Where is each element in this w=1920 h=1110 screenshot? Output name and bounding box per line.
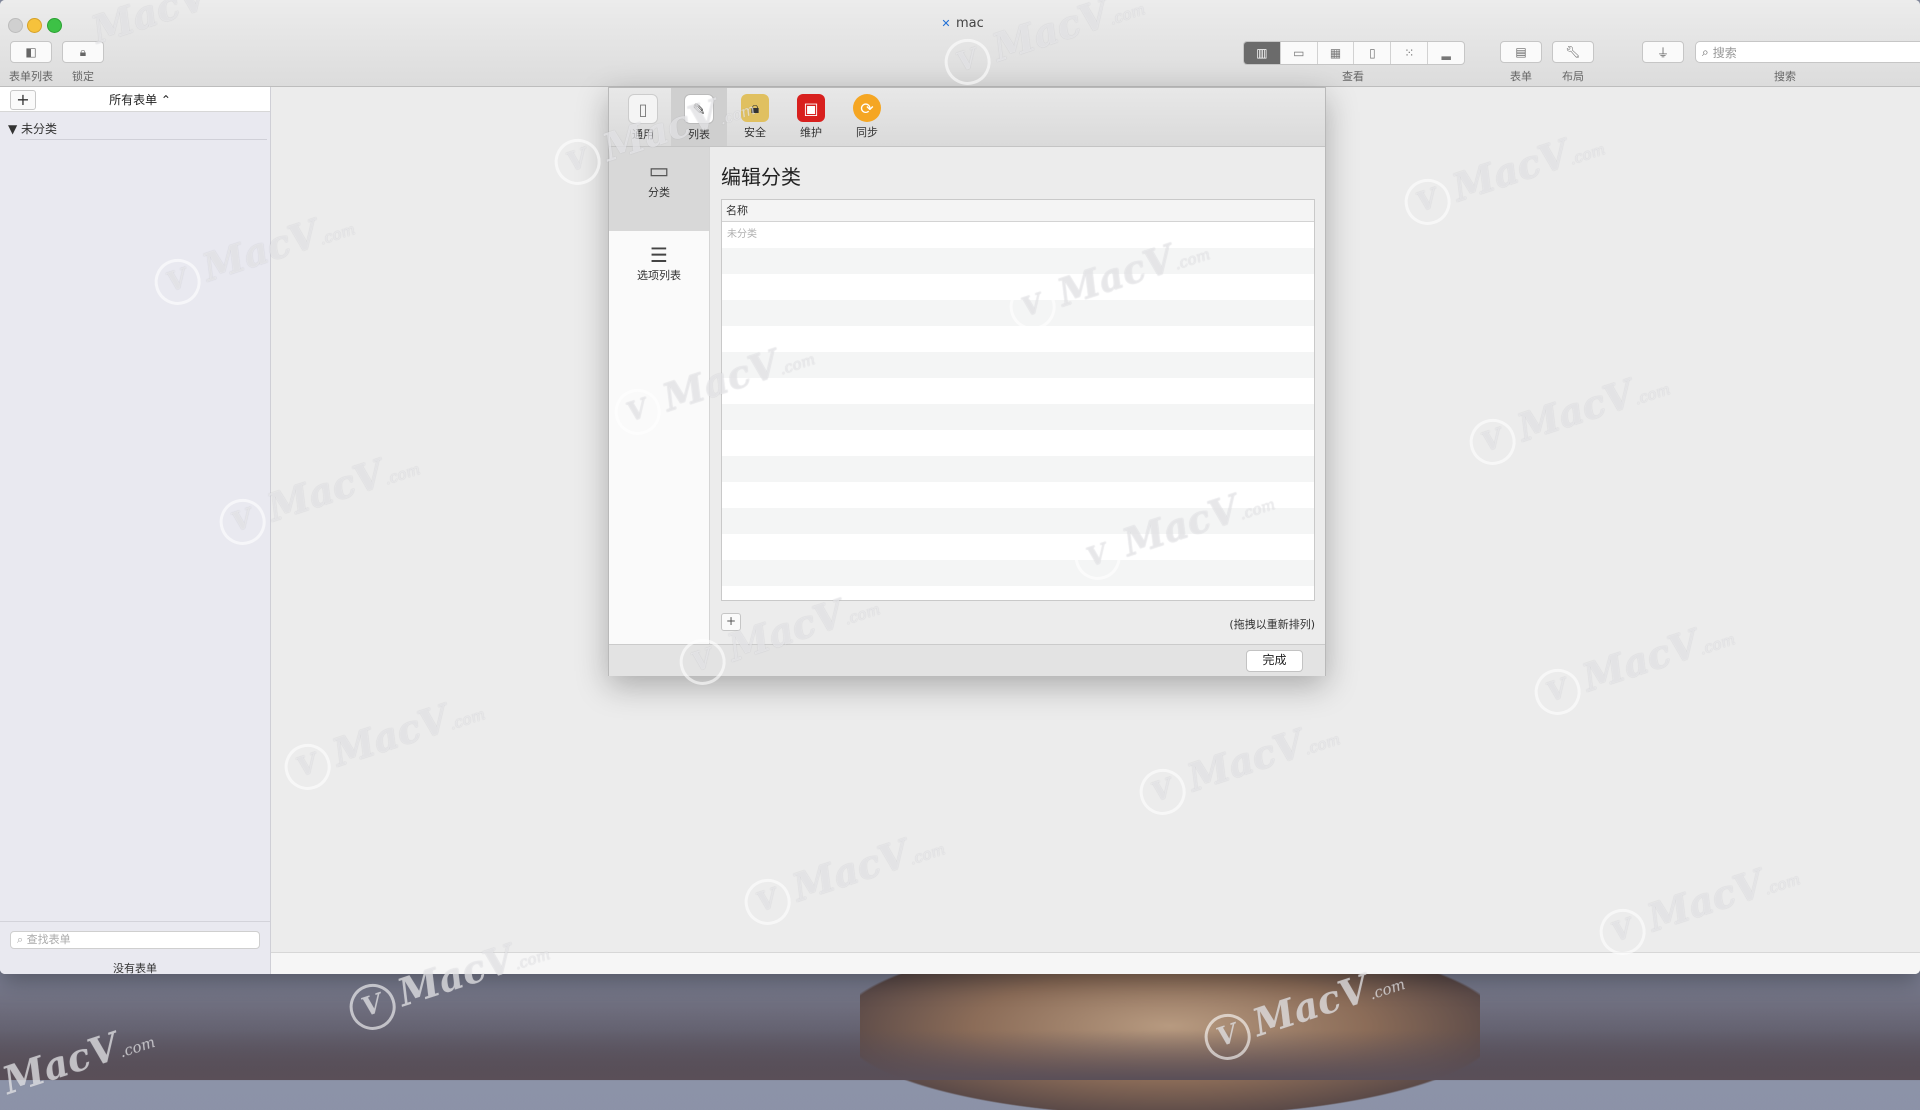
chart-view-icon[interactable]: ▂ [1428, 42, 1464, 64]
category-sidebar: ▭ 分类 ☰ 选项列表 [609, 147, 710, 644]
app-window: ✕ mac ◧ 表单列表 🔒︎ 锁定 ▥ ▭ ▦ ▯ ⁙ ▂ 查看 ▤ 表单 🔧︎… [0, 0, 1920, 974]
column-header-name[interactable]: 名称 [722, 200, 1314, 222]
tab-list-label: 列表 [688, 128, 710, 141]
card-view-icon[interactable]: ▭ [1281, 42, 1318, 64]
document-icon: ✕ [941, 17, 951, 30]
no-forms-text: 没有表单 [113, 962, 157, 974]
reorder-hint: (拖拽以重新排列) [1229, 618, 1315, 631]
tray-icon: ▭ [648, 159, 670, 184]
sidebar-group-uncategorized[interactable]: ▼ 未分类 [8, 120, 57, 137]
lock-icon: 🔒︎ [741, 94, 769, 122]
tab-sync[interactable]: ⟳ 同步 [839, 88, 895, 146]
sidebar-header: + 所有表单 ⌃ [0, 87, 270, 112]
search-label: 搜索 [1774, 70, 1796, 83]
sidebar-footer: ⌕ 查找表单 没有表单 [0, 921, 270, 974]
search-icon: ⌕ [1702, 44, 1709, 59]
close-button[interactable] [8, 18, 23, 33]
table-row[interactable]: 未分类 [722, 222, 1314, 248]
filter-icon: ⏚ [1656, 45, 1669, 60]
lock-icon: 🔒︎ [79, 44, 87, 59]
table-row-empty [722, 300, 1314, 326]
table-row-empty [722, 352, 1314, 378]
column-view-icon[interactable]: ▥ [1244, 42, 1281, 64]
form-label: 表单 [1510, 70, 1532, 83]
list-icon: ☰ [650, 243, 668, 267]
find-form-placeholder: 查找表单 [26, 933, 71, 946]
table-row-empty [722, 274, 1314, 300]
table-row-empty [722, 430, 1314, 456]
table-row-empty [722, 560, 1314, 586]
table-row-empty [722, 482, 1314, 508]
table-row-empty [722, 326, 1314, 352]
filter-button[interactable]: ⏚ [1642, 41, 1684, 63]
table-row-empty [722, 508, 1314, 534]
done-button[interactable]: 完成 [1246, 650, 1303, 672]
sheet-title: 编辑分类 [721, 165, 801, 189]
tab-general-label: 通用 [632, 128, 654, 141]
zoom-button[interactable] [47, 18, 62, 33]
preferences-toolbar: ▯ 通用 ✎ 列表 🔒︎ 安全 ▣ 维护 ⟳ 同步 [609, 88, 1325, 147]
wrench-icon: 🔧︎ [1565, 45, 1581, 59]
phone-icon: ▯ [628, 94, 658, 124]
sidebar-divider [20, 139, 267, 140]
sidebar-toggle-icon: ◧ [25, 45, 37, 59]
layout-button[interactable]: 🔧︎ [1552, 41, 1594, 63]
desktop-ground [0, 1030, 1920, 1080]
document-title-text: mac [956, 16, 984, 31]
tab-list[interactable]: ✎ 列表 [671, 88, 727, 146]
table-row-empty [722, 378, 1314, 404]
tab-general[interactable]: ▯ 通用 [615, 88, 671, 146]
view-segmented-control[interactable]: ▥ ▭ ▦ ▯ ⁙ ▂ [1243, 41, 1465, 65]
table-row-empty [722, 456, 1314, 482]
sync-icon: ⟳ [853, 94, 881, 122]
table-row-empty [722, 404, 1314, 430]
category-item-categories[interactable]: ▭ 分类 [609, 147, 709, 231]
form-icon: ▤ [1515, 45, 1527, 59]
form-button[interactable]: ▤ [1500, 41, 1542, 63]
sheet-footer: 完成 [609, 644, 1325, 676]
search-placeholder: 搜索 [1712, 45, 1737, 60]
calendar-view-icon[interactable]: ▦ [1318, 42, 1355, 64]
grid-view-icon[interactable]: ⁙ [1391, 42, 1429, 64]
lock-button[interactable]: 🔒︎ [62, 41, 104, 63]
sidebar: + 所有表单 ⌃ ▼ 未分类 ⌕ 查找表单 没有表单 [0, 87, 271, 974]
tab-maintenance-label: 维护 [800, 126, 822, 139]
watermark-logo-icon: V [343, 977, 402, 1036]
category-item-option-lists[interactable]: ☰ 选项列表 [609, 243, 709, 283]
minimize-button[interactable] [27, 18, 42, 33]
category-item-label: 选项列表 [637, 269, 681, 282]
form-list-label: 表单列表 [9, 70, 53, 83]
table-row-empty [722, 534, 1314, 560]
lock-label: 锁定 [72, 70, 94, 83]
categories-table[interactable]: 名称 未分类 [721, 199, 1315, 601]
form-list-button[interactable]: ◧ [10, 41, 52, 63]
book-view-icon[interactable]: ▯ [1354, 42, 1392, 64]
view-label: 查看 [1342, 70, 1364, 83]
tab-security-label: 安全 [744, 126, 766, 139]
all-forms-popup[interactable]: 所有表单 ⌃ [70, 91, 210, 108]
add-category-button[interactable]: + [721, 613, 741, 631]
preferences-sheet: ▯ 通用 ✎ 列表 🔒︎ 安全 ▣ 维护 ⟳ 同步 ▭ 分类 ☰ 选项列表 编辑… [608, 87, 1326, 676]
find-form-input[interactable]: ⌕ 查找表单 [10, 931, 260, 949]
search-field[interactable]: ⌕ 搜索 [1695, 41, 1920, 63]
tab-sync-label: 同步 [856, 126, 878, 139]
toolbox-icon: ▣ [797, 94, 825, 122]
add-form-button[interactable]: + [10, 90, 36, 110]
category-item-label: 分类 [648, 186, 670, 199]
checklist-icon: ✎ [684, 94, 714, 124]
layout-label: 布局 [1562, 70, 1584, 83]
document-title: ✕ mac [940, 16, 984, 31]
status-bar [271, 952, 1920, 974]
tab-maintenance[interactable]: ▣ 维护 [783, 88, 839, 146]
titlebar: ✕ mac ◧ 表单列表 🔒︎ 锁定 ▥ ▭ ▦ ▯ ⁙ ▂ 查看 ▤ 表单 🔧︎… [0, 0, 1920, 87]
table-row-empty [722, 248, 1314, 274]
tab-security[interactable]: 🔒︎ 安全 [727, 88, 783, 146]
